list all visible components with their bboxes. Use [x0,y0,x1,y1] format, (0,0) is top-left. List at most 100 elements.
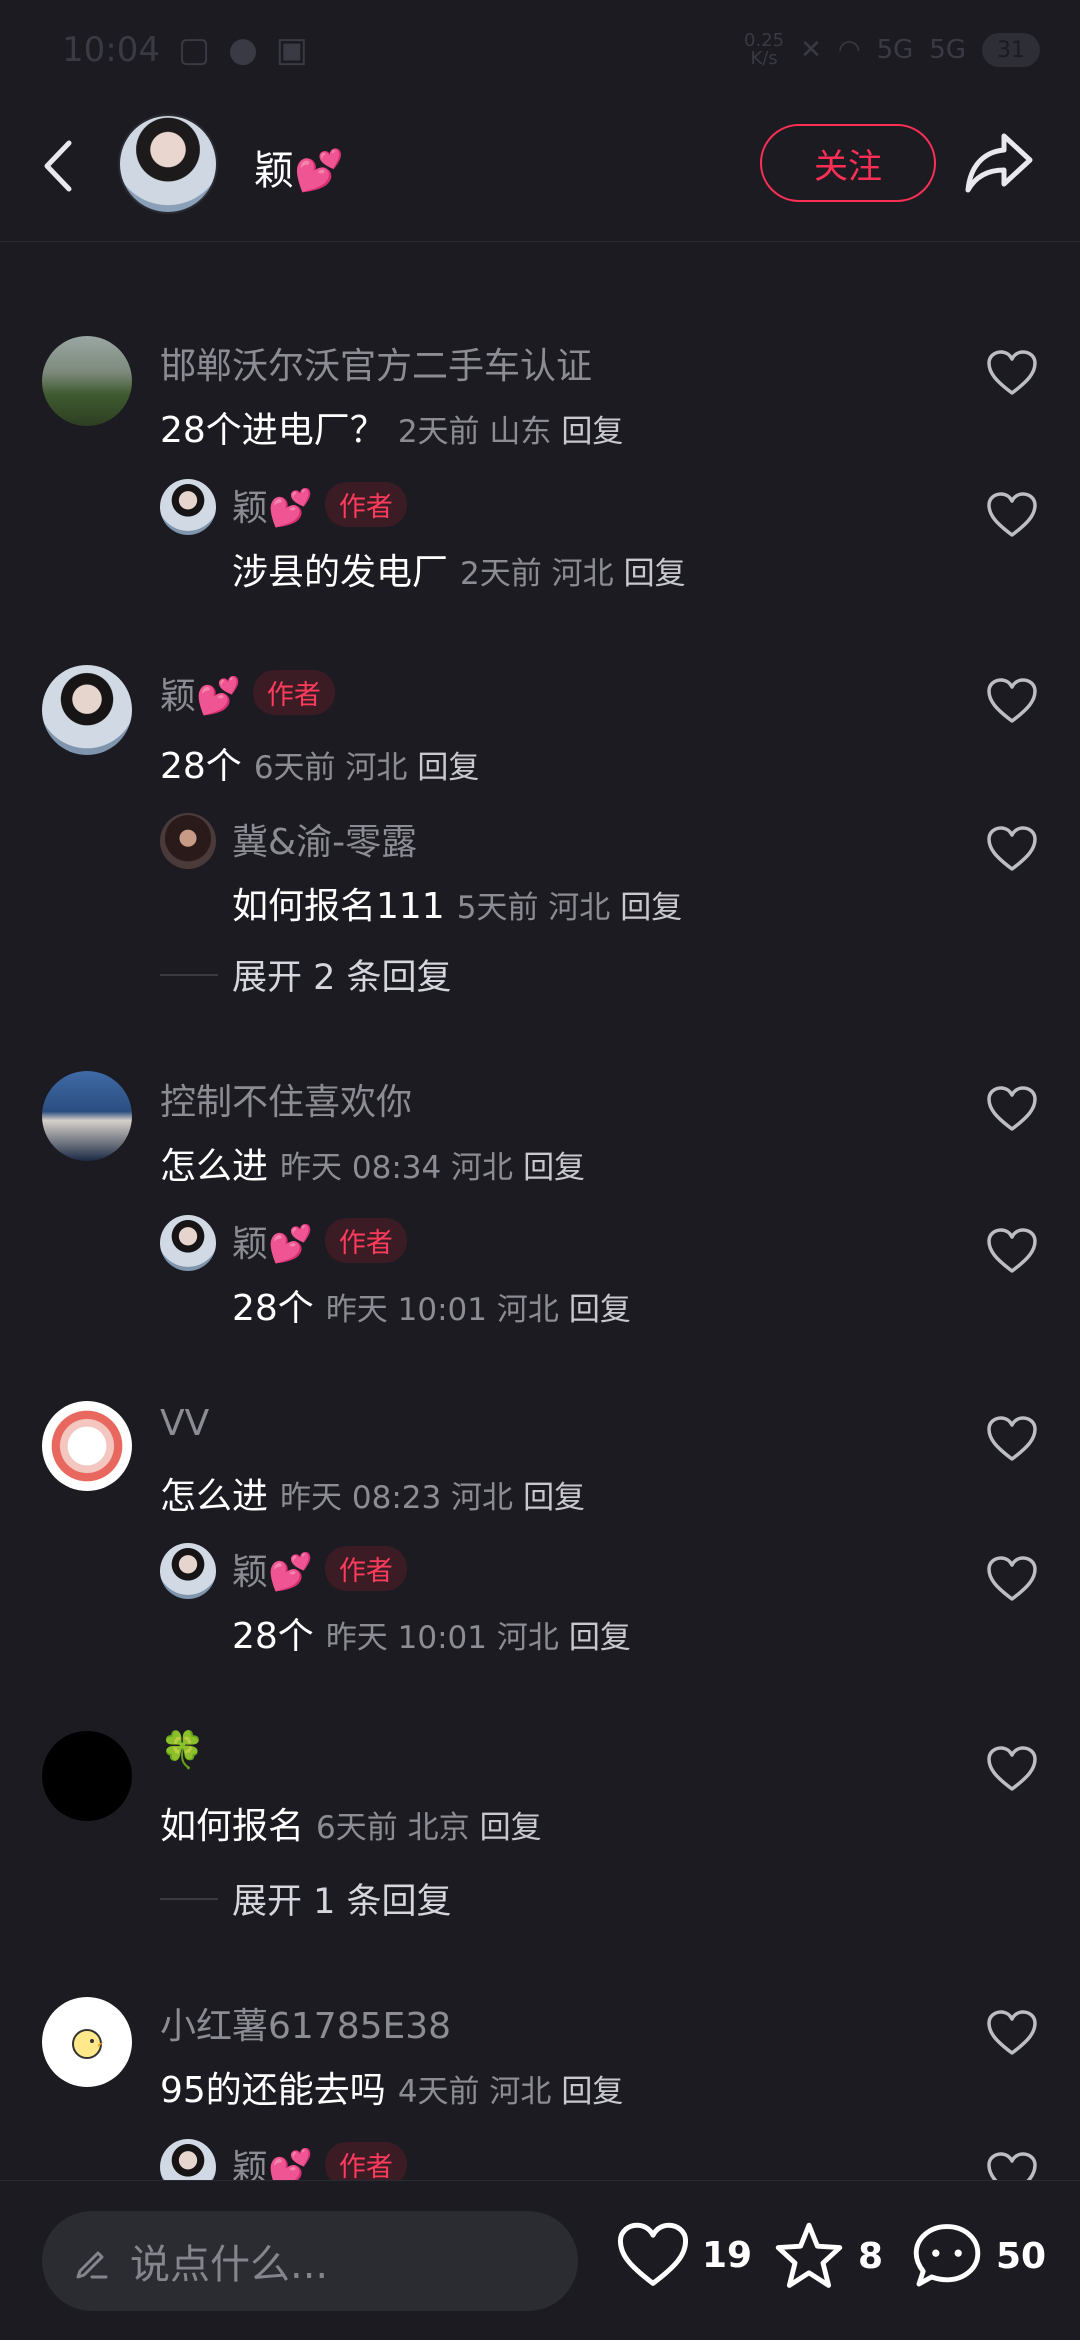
battery-icon: 31 [982,33,1040,67]
heart-icon[interactable] [986,677,1038,725]
author-badge: 作者 [324,482,407,527]
heart-icon[interactable] [986,1085,1038,1133]
reply-body: 涉县的发电厂 [232,552,449,593]
author-badge: 作者 [324,2142,407,2180]
reply-text[interactable]: 涉县的发电厂 2天前 河北 回复 [232,543,686,595]
reply-meta: 2天前 河北 回复 [460,556,686,592]
heart-icon[interactable] [986,349,1038,397]
user-avatar[interactable] [42,1997,132,2087]
reply-body: 28个 [232,1288,314,1329]
reply-button[interactable]: 回复 [561,414,623,450]
share-button[interactable] [964,130,1034,194]
reply-username[interactable]: 颖💕 作者 [232,1215,407,1267]
reply-body: 28个 [232,1616,314,1657]
comment-meta: 昨天 08:23 河北 回复 [280,1480,586,1516]
reply-button[interactable]: 回复 [523,1150,585,1186]
comment-text[interactable]: 28个进电厂？ 2天前 山东 回复 [160,401,623,453]
heart-icon[interactable] [986,1555,1038,1603]
header: 颖💕 关注 [0,100,1080,242]
reply-button[interactable]: 回复 [417,750,479,786]
reply-body: 如何报名111 [232,886,445,927]
chevron-left-icon [44,140,72,192]
comment-username[interactable]: VV [160,1403,209,1444]
share-arrow-icon [965,133,1033,193]
reply-username[interactable]: 冀&渝-零露 [232,813,417,865]
comment-body: 怎么进 [160,1476,269,1517]
like-action[interactable]: 19 [616,2221,752,2289]
mute-icon: ✕ [800,35,822,65]
user-avatar[interactable] [160,1215,216,1271]
comment-body: 28个 [160,746,242,787]
user-avatar[interactable] [42,1401,132,1491]
user-avatar[interactable] [42,665,132,755]
heart-icon[interactable] [986,1745,1038,1793]
comment-username[interactable]: 控制不住喜欢你 [160,1073,412,1125]
comment-body: 如何报名 [160,1806,305,1847]
heart-icon [617,2222,689,2286]
collect-action[interactable]: 8 [772,2221,883,2291]
comment-meta: 2天前 山东 回复 [397,414,624,450]
user-avatar[interactable] [160,813,216,869]
author-badge: 作者 [324,1218,407,1263]
status-bar: 10:04 ▢ ● ▣ 0.25 K/s ✕ ◠ 5G 5G 31 [0,0,1080,100]
status-right: 0.25 K/s ✕ ◠ 5G 5G 31 [744,32,1040,68]
user-avatar[interactable] [42,1071,132,1161]
reply-button[interactable]: 回复 [561,2074,623,2110]
reply-button[interactable]: 回复 [620,890,682,926]
reply-button[interactable]: 回复 [569,1292,631,1328]
reply-button[interactable]: 回复 [569,1620,631,1656]
comment-input[interactable]: 说点什么... [42,2211,578,2311]
reply-username[interactable]: 颖💕 作者 [232,1543,407,1595]
comment-text[interactable]: 95的还能去吗 4天前 河北 回复 [160,2061,623,2113]
comment-body: 28个进电厂？ [160,410,386,451]
comment-action[interactable]: 50 [910,2221,1046,2291]
heart-icon[interactable] [986,825,1038,873]
comments-list[interactable]: 邯郸沃尔沃官方二手车认证 28个进电厂？ 2天前 山东 回复 颖💕 作者 涉县的发电厂… [0,243,1080,2180]
comment-meta: 4天前 河北 回复 [397,2074,624,2110]
wifi-icon: ◠ [837,35,861,65]
bottom-bar: 说点什么... 19 8 50 [0,2180,1080,2340]
status-time: 10:04 [62,30,160,70]
expand-replies-button[interactable]: 展开 2 条回复 [160,949,452,1000]
comment-username[interactable]: 小红薯61785E38 [160,1997,451,2049]
reply-button[interactable]: 回复 [624,556,686,592]
signal-5g-2: 5G [929,35,966,65]
reply-button[interactable]: 回复 [480,1810,542,1846]
heart-icon[interactable] [986,2009,1038,2057]
reply-text[interactable]: 28个 昨天 10:01 河北 回复 [232,1607,631,1659]
chick-icon [72,2029,104,2059]
heart-icon[interactable] [986,1227,1038,1275]
heart-icon[interactable] [986,1415,1038,1463]
comment-username[interactable]: 邯郸沃尔沃官方二手车认证 [160,337,592,389]
user-avatar[interactable] [160,2139,216,2180]
user-avatar[interactable] [42,1731,132,1821]
user-avatar[interactable] [160,479,216,535]
follow-button[interactable]: 关注 [760,124,936,202]
expand-replies-button[interactable]: 展开 1 条回复 [160,1873,452,1924]
reply-button[interactable]: 回复 [523,1480,585,1516]
heart-icon[interactable] [986,2151,1038,2180]
reply-text[interactable]: 28个 昨天 10:01 河北 回复 [232,1279,631,1331]
comment-username[interactable]: 🍀 [160,1729,205,1771]
reply-username[interactable]: 颖💕 作者 [232,479,407,531]
comment-text[interactable]: 28个 6天前 河北 回复 [160,737,479,789]
comment-text[interactable]: 怎么进 昨天 08:34 河北 回复 [160,1137,585,1189]
back-button[interactable] [36,136,80,196]
comment-body: 怎么进 [160,1146,269,1187]
comment-username[interactable]: 颖💕 作者 [160,667,335,719]
reply-username[interactable]: 颖💕 作者 [232,2139,407,2180]
author-badge: 作者 [324,1546,407,1591]
input-placeholder: 说点什么... [130,2242,329,2288]
user-avatar[interactable] [160,1543,216,1599]
comment-text[interactable]: 如何报名 6天前 北京 回复 [160,1797,542,1849]
reply-meta: 5天前 河北 回复 [456,890,683,926]
comment-meta: 6天前 河北 回复 [253,750,480,786]
reply-text[interactable]: 如何报名111 5天前 河北 回复 [232,877,682,929]
net-speed: 0.25 K/s [744,30,785,69]
comment-text[interactable]: 怎么进 昨天 08:23 河北 回复 [160,1467,585,1519]
author-name[interactable]: 颖💕 [254,138,344,196]
status-left: 10:04 ▢ ● ▣ [62,30,308,70]
author-avatar[interactable] [118,114,218,214]
user-avatar[interactable] [42,336,132,426]
heart-icon[interactable] [986,491,1038,539]
